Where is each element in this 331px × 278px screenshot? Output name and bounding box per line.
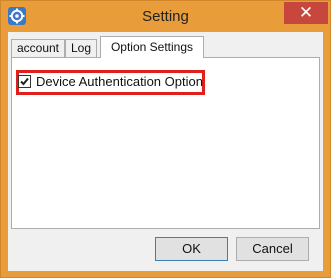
device-auth-label[interactable]: Device Authentication Option xyxy=(36,74,203,89)
device-auth-checkbox[interactable] xyxy=(18,75,31,88)
dialog-body: account Log Option Settings Device Authe… xyxy=(8,32,323,271)
close-icon: ✕ xyxy=(298,3,314,22)
tab-log[interactable]: Log xyxy=(65,39,97,57)
window-title: Setting xyxy=(142,8,189,25)
title-bar[interactable]: Setting ✕ xyxy=(1,1,330,32)
tab-option-settings[interactable]: Option Settings xyxy=(100,36,204,58)
tab-account[interactable]: account xyxy=(11,39,65,57)
tab-bar: account Log Option Settings xyxy=(8,36,323,58)
setting-window: Setting ✕ account Log Option Settings De… xyxy=(0,0,331,278)
checkmark-icon xyxy=(20,77,29,86)
ok-button[interactable]: OK xyxy=(155,237,228,261)
close-button[interactable]: ✕ xyxy=(284,2,328,24)
cancel-button[interactable]: Cancel xyxy=(236,237,309,261)
